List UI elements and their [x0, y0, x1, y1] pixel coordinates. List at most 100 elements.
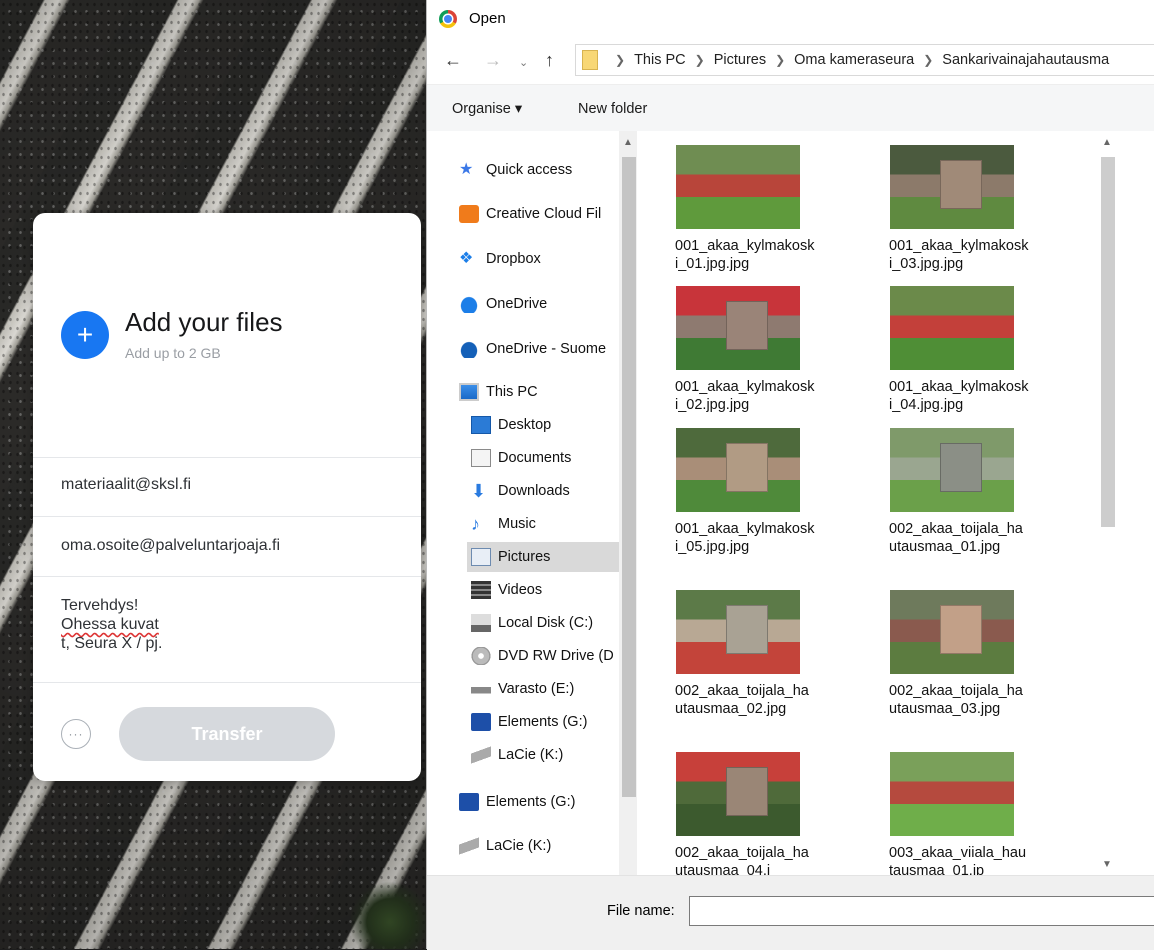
up-arrow-icon[interactable]: ↑ [545, 50, 554, 71]
nav-item-label: Creative Cloud Fil [486, 206, 602, 222]
nav-item[interactable]: Desktop [467, 410, 623, 440]
title-bar: Open [427, 0, 1154, 38]
dvd-drive-icon [471, 647, 491, 665]
chevron-right-icon[interactable]: ❯ [615, 53, 625, 67]
file-name-input[interactable] [689, 896, 1154, 926]
nav-item[interactable]: Documents [467, 443, 623, 473]
nav-item-label: This PC [486, 384, 538, 400]
file-name: 003_akaa_viiala_hautausmaa_01.jp [889, 845, 1027, 875]
file-thumbnail [676, 286, 800, 370]
new-folder-button[interactable]: New folder [578, 101, 647, 117]
more-options-button[interactable]: ··· [61, 719, 91, 749]
nav-item[interactable]: LaCie (K:) [467, 740, 623, 770]
nav-item-label: Desktop [498, 417, 552, 433]
thumbnail-monument [725, 301, 768, 350]
nav-item[interactable]: Elements (G:) [467, 707, 623, 737]
nav-item[interactable]: ★ Quick access [455, 155, 623, 185]
chevron-right-icon[interactable]: ❯ [695, 53, 705, 67]
nav-item[interactable]: Local Disk (C:) [467, 608, 623, 638]
nav-item[interactable]: OneDrive [455, 289, 623, 319]
nav-item-label: Pictures [498, 549, 551, 565]
nav-item[interactable]: Creative Cloud Fil [455, 199, 623, 229]
file-thumbnail [890, 428, 1014, 512]
file-name-label: File name: [607, 903, 675, 919]
message-line: Ohessa kuvat [61, 616, 159, 633]
nav-item-label: Elements (G:) [486, 794, 576, 810]
file-item[interactable]: 002_akaa_toijala_hautausmaa_01.jpg [889, 428, 1029, 556]
scrollbar-thumb[interactable] [622, 157, 636, 797]
file-item[interactable]: 001_akaa_kylmakoski_01.jpg.jpg [675, 145, 815, 273]
file-thumbnail [676, 145, 800, 229]
transfer-card: + Add your files Add up to 2 GB materiaa… [33, 213, 421, 781]
chevron-right-icon[interactable]: ❯ [775, 53, 785, 67]
back-arrow-icon[interactable]: ← [444, 50, 462, 71]
email-to-field[interactable]: materiaalit@sksl.fi [61, 476, 191, 494]
lacie-drive-icon [459, 837, 479, 855]
nav-item[interactable]: OneDrive - Suome [455, 334, 623, 364]
thumbnail-monument [939, 605, 982, 654]
file-thumbnail [890, 590, 1014, 674]
chevron-right-icon[interactable]: ❯ [923, 53, 933, 67]
forward-arrow-icon[interactable]: → [484, 50, 502, 71]
file-name: 001_akaa_kylmakoski_02.jpg.jpg [675, 379, 815, 413]
address-bar[interactable]: ❯ This PC ❯ Pictures ❯ Oma kameraseura ❯… [575, 44, 1154, 76]
nav-item[interactable]: Varasto (E:) [467, 674, 623, 704]
toolbar: Organise ▾ New folder [427, 84, 1154, 131]
file-grid: 001_akaa_kylmakoski_01.jpg.jpg 001_akaa_k… [637, 131, 1097, 875]
wd-drive-icon [459, 793, 479, 811]
file-item[interactable]: 003_akaa_viiala_hautausmaa_01.jp [889, 752, 1029, 875]
content-scrollbar[interactable]: ▲ ▼ [1097, 131, 1117, 875]
thumbnail-monument [725, 605, 768, 654]
thumbnail-monument [725, 767, 768, 816]
nav-item-label: Local Disk (C:) [498, 615, 594, 631]
computer-icon [459, 383, 479, 401]
add-files-button[interactable]: + [61, 311, 109, 359]
local-disk-icon [471, 614, 491, 632]
scrollbar-thumb[interactable] [1101, 157, 1115, 527]
recent-dropdown-icon[interactable]: ⌄ [519, 56, 528, 69]
file-item[interactable]: 002_akaa_toijala_hautausmaa_04.j [675, 752, 815, 875]
nav-item[interactable]: Pictures [467, 542, 623, 572]
file-name: 001_akaa_kylmakoski_04.jpg.jpg [889, 379, 1029, 413]
nav-item[interactable]: LaCie (K:) [455, 831, 623, 861]
file-thumbnail [676, 752, 800, 836]
file-item[interactable]: 001_akaa_kylmakoski_04.jpg.jpg [889, 286, 1029, 414]
nav-item-label: LaCie (K:) [498, 747, 564, 763]
file-item[interactable]: 001_akaa_kylmakoski_05.jpg.jpg [675, 428, 815, 556]
add-files-title[interactable]: Add your files [125, 307, 283, 338]
file-thumbnail [890, 286, 1014, 370]
nav-item[interactable]: ♪ Music [467, 509, 623, 539]
nav-item-label: Elements (G:) [498, 714, 588, 730]
breadcrumb-item[interactable]: Pictures [714, 52, 766, 68]
file-item[interactable]: 002_akaa_toijala_hautausmaa_03.jpg [889, 590, 1029, 718]
nav-item[interactable]: DVD RW Drive (D [467, 641, 623, 671]
nav-item[interactable]: ❖ Dropbox [455, 244, 623, 274]
organise-menu[interactable]: Organise ▾ [452, 101, 522, 117]
file-item[interactable]: 001_akaa_kylmakoski_02.jpg.jpg [675, 286, 815, 414]
email-from-field[interactable]: oma.osoite@palveluntarjoaja.fi [61, 537, 280, 555]
file-item[interactable]: 002_akaa_toijala_hautausmaa_02.jpg [675, 590, 815, 718]
transfer-button[interactable]: Transfer [119, 707, 335, 761]
dialog-footer: File name: [427, 875, 1154, 950]
navigation-bar: ← → ⌄ ↑ ❯ This PC ❯ Pictures ❯ Oma kamer… [427, 38, 1154, 84]
nav-item[interactable]: Videos [467, 575, 623, 605]
message-field[interactable]: Tervehdys! Ohessa kuvat t, Seura X / pj. [61, 596, 162, 653]
scroll-down-icon[interactable]: ▼ [1102, 859, 1112, 870]
breadcrumb-item[interactable]: Sankarivainajahautausma [942, 52, 1109, 68]
drive-icon [471, 680, 491, 698]
file-thumbnail [890, 752, 1014, 836]
nav-scrollbar[interactable]: ▲ [619, 131, 637, 875]
nav-item[interactable]: This PC [455, 377, 623, 407]
nav-item[interactable]: ⬇ Downloads [467, 476, 623, 506]
add-files-subtitle: Add up to 2 GB [125, 345, 221, 361]
documents-icon [471, 449, 491, 467]
scroll-up-icon[interactable]: ▲ [1102, 137, 1112, 148]
file-item[interactable]: 001_akaa_kylmakoski_03.jpg.jpg [889, 145, 1029, 273]
lacie-drive-icon [471, 746, 491, 764]
scroll-up-icon[interactable]: ▲ [623, 137, 633, 148]
music-icon: ♪ [471, 514, 480, 534]
nav-item[interactable]: Elements (G:) [455, 787, 623, 817]
breadcrumb-item[interactable]: This PC [634, 52, 686, 68]
nav-item-label: LaCie (K:) [486, 838, 552, 854]
breadcrumb-item[interactable]: Oma kameraseura [794, 52, 914, 68]
